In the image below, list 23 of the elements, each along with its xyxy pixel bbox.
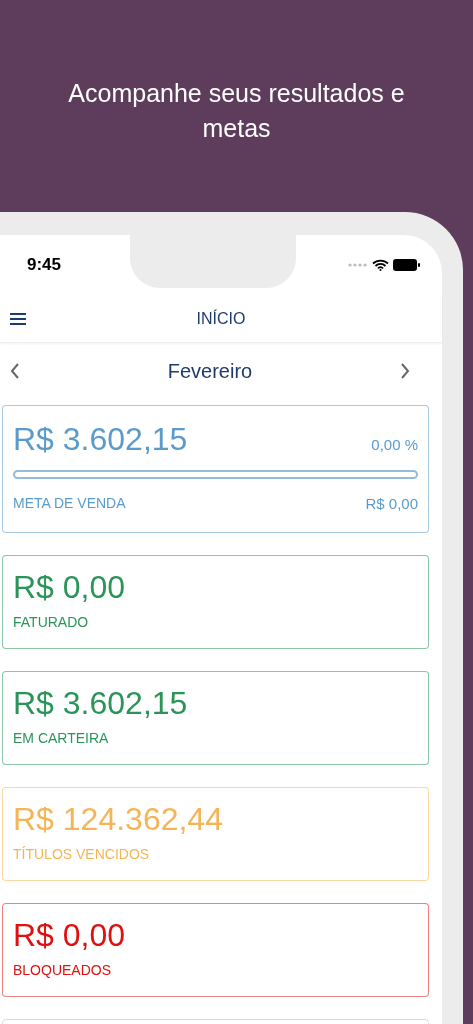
wifi-icon [372,259,389,271]
chevron-left-icon [10,362,20,379]
month-label: Fevereiro [167,358,253,384]
card-label: TÍTULOS VENCIDOS [13,844,151,864]
amount-value: R$ 3.602,15 [13,420,188,458]
card-label: FATURADO [13,612,90,632]
amount-value: R$ 124.362,44 [13,799,224,838]
menu-button[interactable] [8,310,28,327]
amount-value: R$ 0,00 [13,567,127,606]
battery-icon [393,259,420,271]
card-label: BLOQUEADOS [13,960,113,980]
percent-value: 0,00 % [371,434,418,455]
headline: Acompanhe seus resultados e metas [67,78,406,144]
screen-title: INÍCIO [196,308,246,329]
card-label: META DE VENDA [13,494,126,513]
target-value: R$ 0,00 [365,494,418,514]
signal-icon [348,263,368,267]
status-time: 9:45 [27,254,62,277]
amount-value: R$ 3.602,15 [13,683,189,722]
amount-value: R$ 0,00 [13,915,127,954]
chevron-right-icon [400,362,410,379]
card-label: EM CARTEIRA [13,728,110,748]
menu-icon [10,312,26,325]
